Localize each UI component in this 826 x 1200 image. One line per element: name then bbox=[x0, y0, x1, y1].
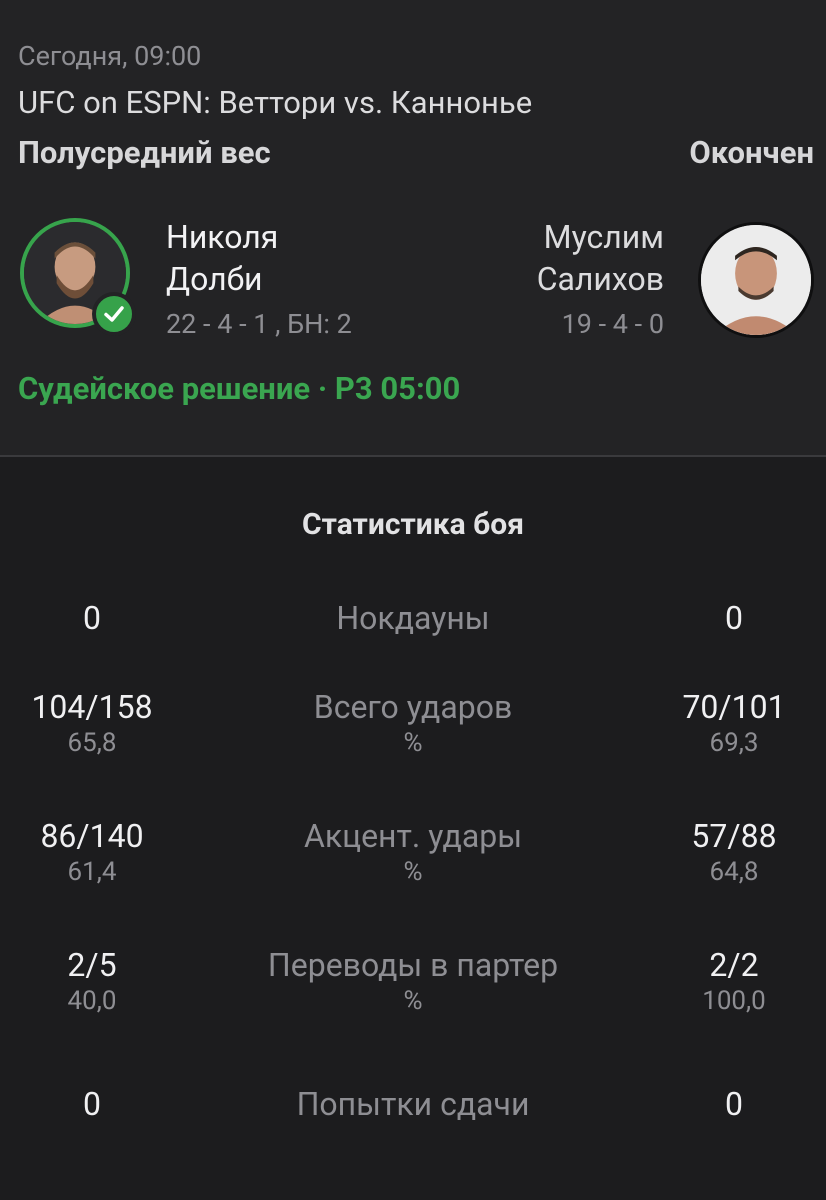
stat-row-significant-strikes: 86/140 61,4 Акцент. удары % 57/88 64,8 bbox=[0, 816, 826, 906]
stat-left: 2/5 40,0 bbox=[12, 945, 172, 1017]
stat-right-value: 70/101 bbox=[682, 688, 786, 726]
stat-center: Попытки сдачи bbox=[213, 1084, 613, 1124]
stat-left: 0 bbox=[12, 598, 172, 638]
stat-sub-label: % bbox=[403, 986, 423, 1016]
stat-center: Акцент. удары % bbox=[213, 816, 613, 888]
weight-class: Полусредний вес bbox=[18, 134, 271, 171]
stat-left-value: 0 bbox=[83, 599, 101, 637]
fight-result: Судейское решение · Р3 05:00 bbox=[18, 370, 461, 407]
fighter1-first-name[interactable]: Николя bbox=[166, 218, 278, 256]
fighter2-first-name[interactable]: Муслим bbox=[544, 218, 664, 256]
stat-row-knockdowns: 0 Нокдауны 0 bbox=[0, 598, 826, 688]
stat-right: 57/88 64,8 bbox=[654, 816, 814, 888]
stat-left-value: 2/5 bbox=[67, 946, 117, 984]
stat-right-value: 2/2 bbox=[709, 946, 759, 984]
stat-right-percent: 64,8 bbox=[709, 857, 759, 887]
stat-row-total-strikes: 104/158 65,8 Всего ударов % 70/101 69,3 bbox=[0, 687, 826, 777]
fighter1-record: 22 - 4 - 1 , БН: 2 bbox=[166, 308, 352, 340]
stat-left: 104/158 65,8 bbox=[12, 687, 172, 759]
stat-label: Нокдауны bbox=[336, 599, 490, 637]
stat-left-percent: 61,4 bbox=[67, 857, 117, 887]
stat-label: Переводы в партер bbox=[267, 946, 559, 984]
stat-right: 2/2 100,0 bbox=[654, 945, 814, 1017]
stat-left-percent: 40,0 bbox=[67, 986, 117, 1016]
stat-right: 0 bbox=[654, 1084, 814, 1124]
stat-left: 86/140 61,4 bbox=[12, 816, 172, 888]
stat-center: Всего ударов % bbox=[213, 687, 613, 759]
stat-label: Всего ударов bbox=[313, 688, 513, 726]
fighter2-avatar[interactable] bbox=[698, 222, 814, 338]
stat-left-value: 104/158 bbox=[31, 688, 153, 726]
stat-sub-label: % bbox=[403, 728, 423, 758]
stat-left-percent: 65,8 bbox=[67, 728, 117, 758]
fighter2-photo-icon bbox=[701, 225, 811, 335]
event-title[interactable]: UFC on ESPN: Веттори vs. Каннонье bbox=[18, 84, 532, 121]
stat-center: Переводы в партер % bbox=[213, 945, 613, 1017]
stat-left-value: 0 bbox=[83, 1085, 101, 1123]
stat-center: Нокдауны bbox=[213, 598, 613, 638]
match-status: Окончен bbox=[689, 134, 814, 171]
stat-right-value: 0 bbox=[725, 1085, 743, 1123]
stat-left-value: 86/140 bbox=[40, 817, 144, 855]
match-date: Сегодня, 09:00 bbox=[18, 40, 202, 72]
stat-label: Акцент. удары bbox=[303, 817, 523, 855]
stat-right-percent: 69,3 bbox=[709, 728, 759, 758]
stat-label: Попытки сдачи bbox=[296, 1085, 530, 1123]
stats-title: Статистика боя bbox=[302, 507, 524, 542]
fighter2-record: 19 - 4 - 0 bbox=[561, 308, 664, 340]
stat-sub-label: % bbox=[403, 857, 423, 887]
winner-check-icon bbox=[92, 292, 136, 336]
stat-right-value: 0 bbox=[725, 599, 743, 637]
fighter1-last-name[interactable]: Долби bbox=[166, 260, 262, 298]
stat-left: 0 bbox=[12, 1084, 172, 1124]
stat-right-value: 57/88 bbox=[691, 817, 777, 855]
stat-row-submission-attempts: 0 Попытки сдачи 0 bbox=[0, 1084, 826, 1174]
stat-row-takedowns: 2/5 40,0 Переводы в партер % 2/2 100,0 bbox=[0, 945, 826, 1035]
stat-right-percent: 100,0 bbox=[702, 986, 766, 1016]
stat-right: 70/101 69,3 bbox=[654, 687, 814, 759]
stat-right: 0 bbox=[654, 598, 814, 638]
match-header: Сегодня, 09:00 UFC on ESPN: Веттори vs. … bbox=[0, 0, 826, 457]
fighter2-last-name[interactable]: Салихов bbox=[537, 260, 664, 298]
